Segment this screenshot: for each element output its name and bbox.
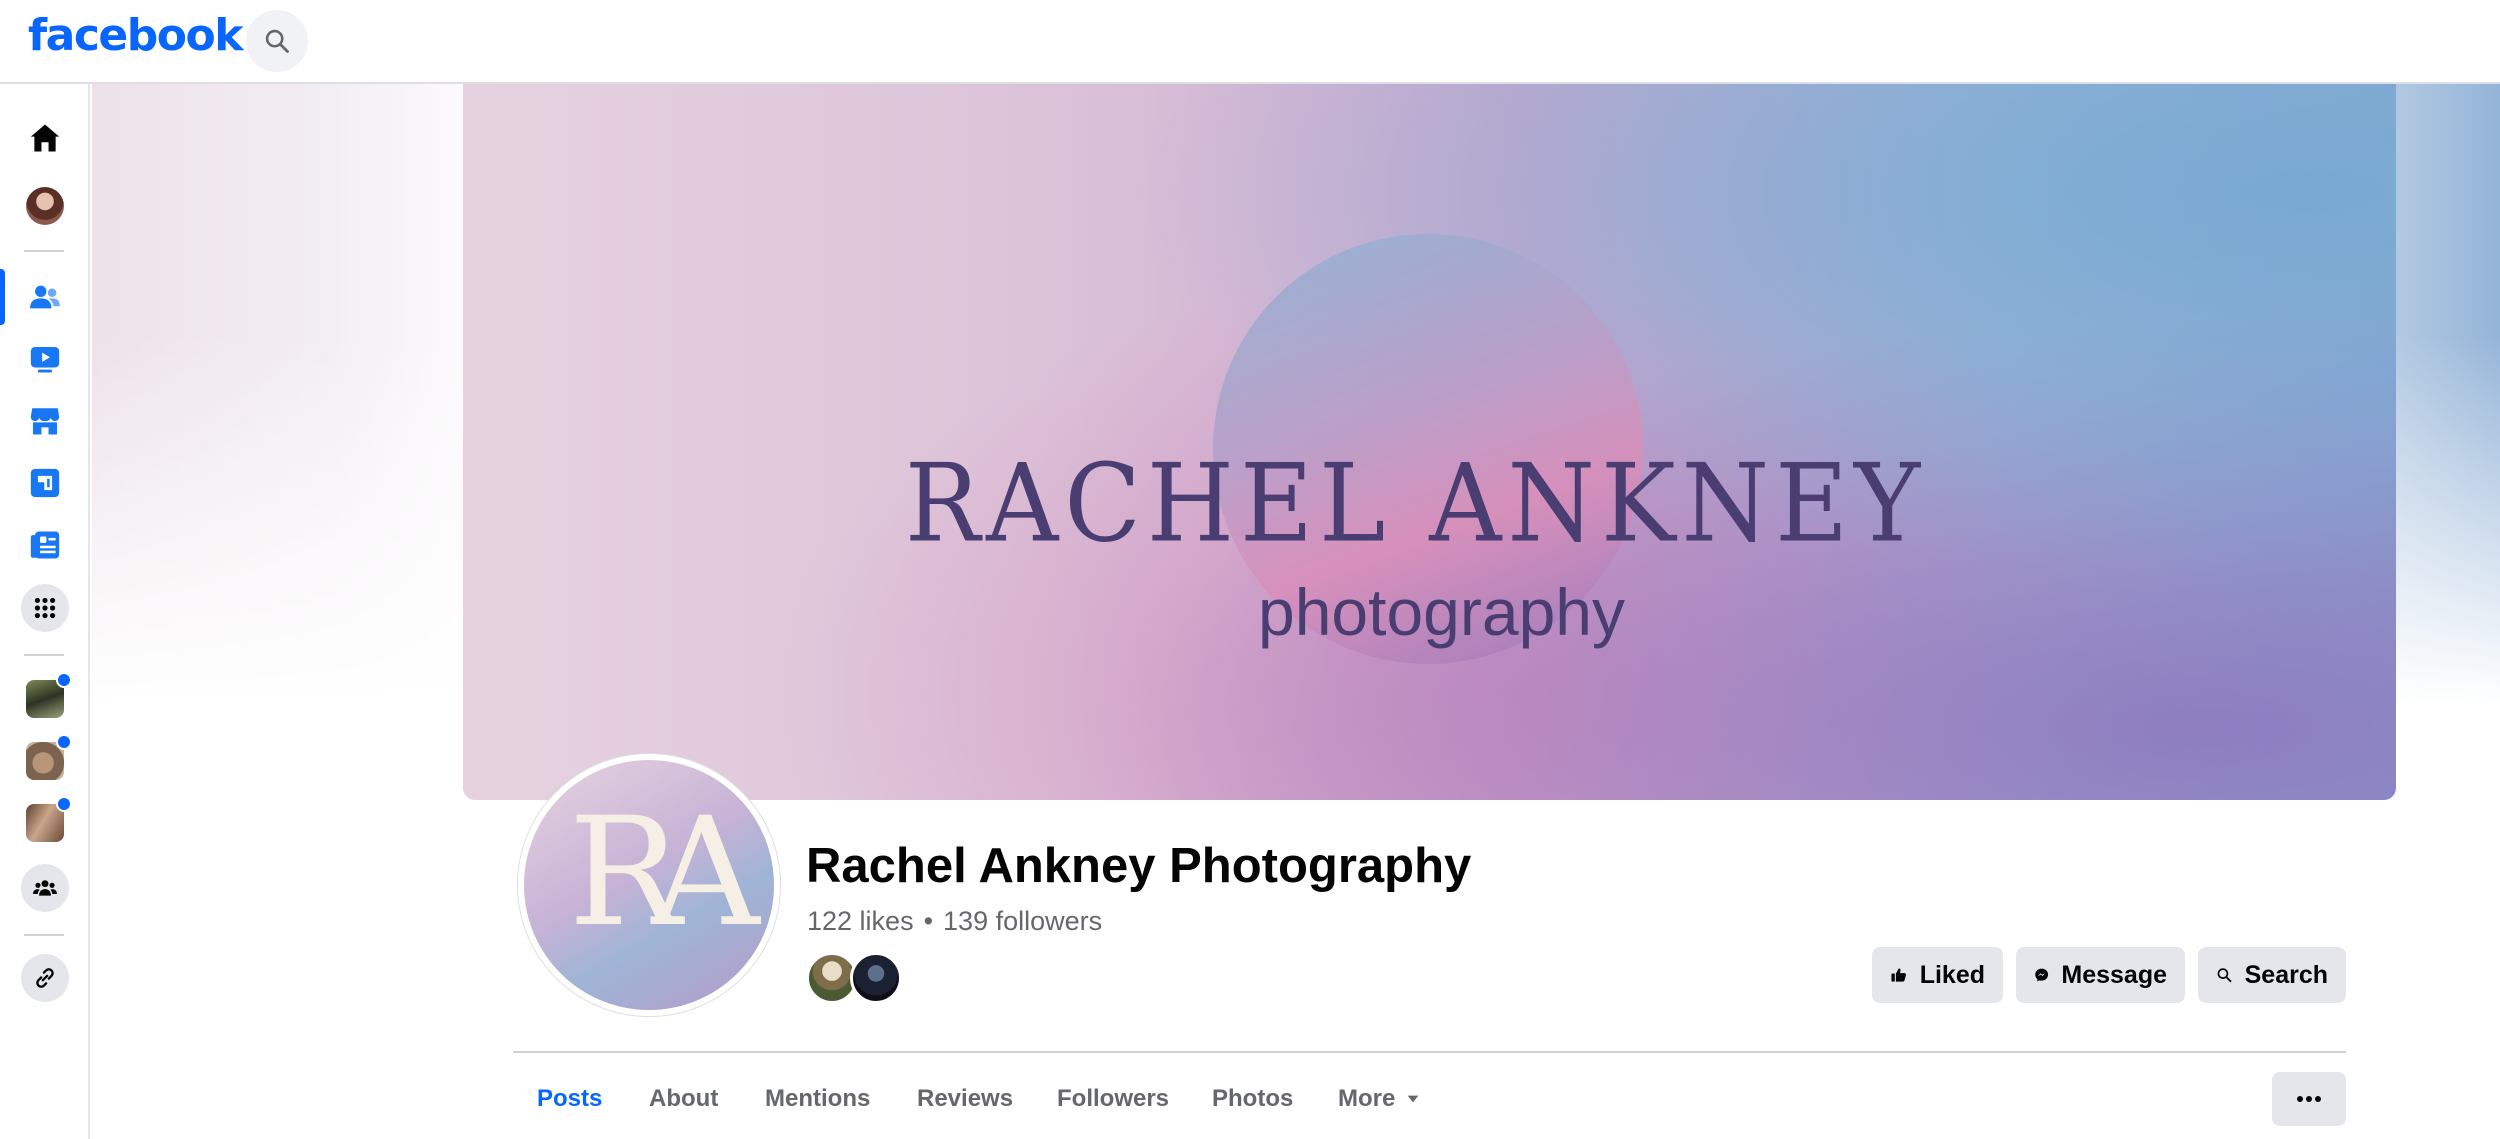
message-button[interactable]: Message (2016, 947, 2185, 1003)
left-nav-rail (0, 84, 90, 1139)
tab-about[interactable]: About (649, 1085, 718, 1113)
tabs-divider (513, 1051, 2346, 1053)
tab-posts[interactable]: Posts (537, 1085, 602, 1113)
notification-dot (56, 734, 72, 750)
page-stats: 122 likes • 139 followers (807, 906, 1102, 937)
thumbs-up-icon (1891, 968, 1906, 982)
rail-divider (24, 250, 64, 252)
rail-shortcut-1[interactable] (0, 671, 90, 727)
cover-subtitle: photography (1258, 575, 1625, 649)
pages-icon (30, 531, 60, 559)
tab-mentions[interactable]: Mentions (765, 1085, 870, 1113)
search-button[interactable] (246, 10, 308, 72)
shortcut-avatar (26, 672, 72, 718)
followers-count[interactable]: 139 followers (943, 906, 1102, 937)
menu-button (21, 584, 69, 632)
liked-button[interactable]: Liked (1872, 947, 2003, 1003)
cover-photo[interactable]: RACHEL ANKNEY photography (463, 84, 2396, 800)
groups-icon (33, 880, 57, 896)
more-options-button[interactable] (2272, 1072, 2346, 1126)
page-title: Rachel Ankney Photography (806, 839, 1472, 893)
rail-shortcut-3[interactable] (0, 795, 90, 851)
link-button (21, 954, 69, 1002)
rail-groups[interactable] (0, 860, 90, 916)
store-icon (30, 408, 60, 435)
liked-label: Liked (1919, 960, 1985, 989)
rail-profile[interactable] (0, 178, 90, 234)
search-icon (265, 29, 289, 53)
tab-more-label: More (1338, 1085, 1396, 1112)
profile-picture[interactable]: RA (518, 754, 780, 1016)
video-icon (30, 346, 60, 373)
stats-separator: • (923, 906, 934, 936)
feeds-icon (30, 468, 60, 498)
friend-avatar[interactable] (850, 952, 902, 1004)
page-search-button[interactable]: Search (2198, 947, 2346, 1003)
shortcut-avatar (26, 734, 72, 780)
shortcut-avatar (26, 796, 72, 842)
profile-monogram: RA (568, 786, 759, 960)
rail-marketplace[interactable] (0, 393, 90, 449)
search-icon (2217, 968, 2232, 983)
notification-dot (56, 672, 72, 688)
rail-watch[interactable] (0, 331, 90, 387)
tab-photos[interactable]: Photos (1212, 1085, 1293, 1113)
top-bar: facebook (0, 0, 2500, 84)
rail-menu[interactable] (0, 580, 90, 636)
tab-reviews[interactable]: Reviews (917, 1085, 1013, 1113)
friend-faces (806, 952, 906, 1004)
tab-more[interactable]: More (1338, 1085, 1421, 1113)
ellipsis-icon (2297, 1096, 2321, 1102)
rail-pages[interactable] (0, 517, 90, 573)
caret-down-icon (1408, 1095, 1419, 1103)
rail-link[interactable] (0, 950, 90, 1006)
tab-followers[interactable]: Followers (1057, 1085, 1169, 1113)
friends-icon (30, 285, 60, 309)
grid-menu-icon (34, 597, 56, 619)
rail-divider (24, 934, 64, 936)
link-icon (36, 968, 54, 988)
facebook-logo[interactable]: facebook (28, 10, 243, 61)
likes-count[interactable]: 122 likes (807, 906, 914, 937)
rail-shortcut-2[interactable] (0, 733, 90, 789)
rail-friends[interactable] (0, 269, 90, 325)
groups-button (21, 864, 69, 912)
home-icon (30, 124, 60, 152)
search-label: Search (2244, 960, 2328, 989)
rail-divider (24, 654, 64, 656)
rail-feeds[interactable] (0, 455, 90, 511)
cover-title: RACHEL ANKNEY (904, 440, 1927, 567)
message-label: Message (2061, 960, 2167, 989)
rail-home[interactable] (0, 110, 90, 166)
avatar (26, 187, 64, 225)
notification-dot (56, 796, 72, 812)
messenger-icon (2035, 968, 2049, 982)
